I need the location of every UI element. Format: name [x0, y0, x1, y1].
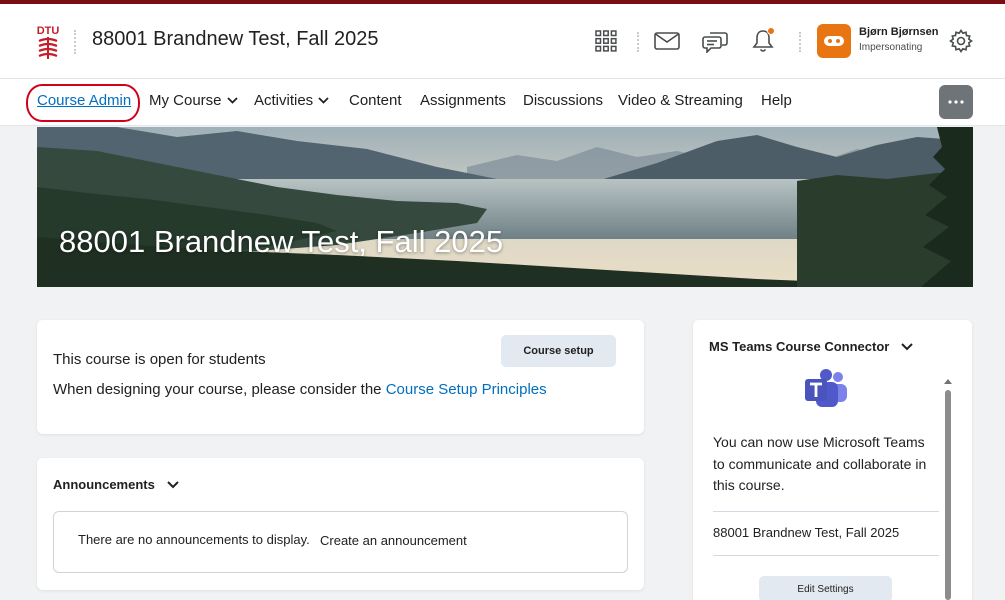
- announcements-header: Announcements: [53, 477, 179, 492]
- ms-teams-widget: MS Teams Course Connector You can now us…: [693, 320, 972, 600]
- chevron-down-icon[interactable]: [901, 342, 914, 351]
- course-setup-button[interactable]: Course setup: [501, 335, 616, 367]
- chevron-down-icon: [226, 97, 238, 104]
- course-banner: 88001 Brandnew Test, Fall 2025: [37, 127, 973, 287]
- chevron-down-icon[interactable]: [167, 480, 179, 489]
- divider: [713, 511, 939, 512]
- banner-landscape-image: [37, 127, 973, 287]
- setup-principles-text: When designing your course, please consi…: [53, 381, 547, 398]
- bell-icon[interactable]: [748, 26, 778, 56]
- nav-my-course[interactable]: My Course: [149, 92, 238, 109]
- announcements-title: Announcements: [53, 477, 155, 492]
- header-course-title[interactable]: 88001 Brandnew Test, Fall 2025: [92, 28, 379, 51]
- teams-course-link[interactable]: 88001 Brandnew Test, Fall 2025: [713, 525, 899, 540]
- nav-video-streaming[interactable]: Video & Streaming: [618, 92, 743, 109]
- announcements-empty-box: There are no announcements to display. C…: [53, 511, 628, 573]
- gear-icon[interactable]: [946, 26, 976, 56]
- nav-help[interactable]: Help: [761, 92, 792, 109]
- dtu-logo[interactable]: DTU: [36, 22, 60, 62]
- course-setup-card: Course setup This course is open for stu…: [37, 320, 644, 434]
- nav-assignments[interactable]: Assignments: [420, 92, 506, 109]
- ms-teams-icon: [804, 369, 848, 414]
- course-open-status: This course is open for students: [53, 351, 266, 368]
- announcements-widget: Announcements There are no announcements…: [37, 458, 644, 590]
- nav-activities[interactable]: Activities: [254, 92, 329, 109]
- avatar[interactable]: [817, 24, 851, 58]
- teams-description-line: to communicate and collaborate in: [713, 456, 927, 472]
- nav-discussions[interactable]: Discussions: [523, 92, 603, 109]
- chevron-down-icon: [318, 97, 329, 104]
- teams-description-line: You can now use Microsoft Teams: [713, 434, 925, 450]
- notification-dot: [767, 27, 775, 35]
- header-divider: [637, 32, 639, 52]
- banner-title: 88001 Brandnew Test, Fall 2025: [59, 224, 504, 259]
- ms-teams-header: MS Teams Course Connector: [709, 339, 914, 354]
- create-announcement-link[interactable]: Create an announcement: [320, 533, 467, 548]
- scrollbar-thumb[interactable]: [945, 390, 951, 600]
- svg-text:DTU: DTU: [37, 25, 60, 37]
- scroll-up-arrow-icon[interactable]: [943, 376, 953, 386]
- course-navbar: Course Admin My Course Activities Conten…: [0, 78, 1005, 126]
- header: DTU 88001 Brandnew Test, Fall 2025 Bjørn…: [0, 4, 1005, 78]
- nav-course-admin[interactable]: Course Admin: [37, 92, 131, 109]
- ellipsis-icon: [948, 100, 964, 104]
- waffle-grid-icon[interactable]: [591, 26, 621, 56]
- teams-description-line: this course.: [713, 477, 785, 493]
- email-icon[interactable]: [652, 26, 682, 56]
- chat-icon[interactable]: [700, 26, 730, 56]
- edit-settings-button[interactable]: Edit Settings: [759, 576, 892, 600]
- header-divider: [799, 32, 801, 52]
- course-setup-principles-link[interactable]: Course Setup Principles: [386, 381, 547, 398]
- header-divider: [74, 30, 76, 54]
- more-menu-button[interactable]: [939, 85, 973, 119]
- user-name[interactable]: Bjørn Bjørnsen: [859, 26, 938, 38]
- ms-teams-title: MS Teams Course Connector: [709, 339, 890, 354]
- user-role: Impersonating: [859, 42, 923, 53]
- nav-content[interactable]: Content: [349, 92, 402, 109]
- widget-scrollbar[interactable]: [943, 378, 953, 600]
- divider: [713, 555, 939, 556]
- no-announcements-text: There are no announcements to display.: [78, 532, 310, 547]
